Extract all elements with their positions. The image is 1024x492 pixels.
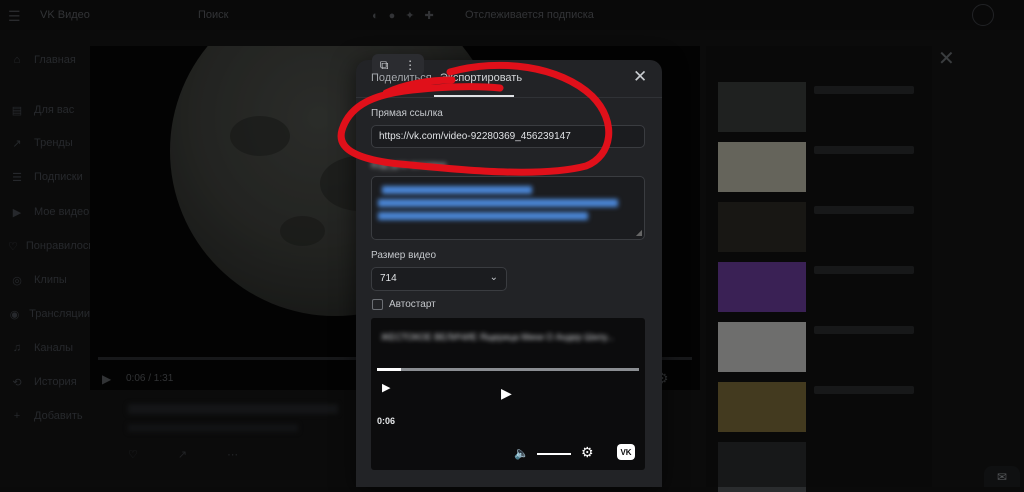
video-size-value: 714	[380, 273, 397, 284]
vk-logo-icon[interactable]: VK	[617, 444, 635, 460]
embed-code-field[interactable]: ◢	[371, 176, 645, 240]
resize-handle-icon[interactable]: ◢	[636, 228, 642, 237]
tab-export[interactable]: Экспортировать	[440, 72, 522, 84]
autostart-label[interactable]: Автостарт	[389, 299, 436, 310]
center-play-icon[interactable]: ▶	[501, 385, 512, 402]
chevron-down-icon: ⌄	[489, 272, 498, 283]
tab-share[interactable]: Поделиться	[371, 72, 432, 84]
preview-timeline[interactable]	[377, 368, 639, 371]
embed-code-selected-text	[378, 186, 638, 220]
preview-timeline-progress	[377, 368, 401, 371]
share-export-modal: ⧉ ⋮ Поделиться Экспортировать ✕ Прямая с…	[356, 54, 662, 487]
video-size-select[interactable]: 714 ⌄	[371, 267, 507, 291]
volume-slider[interactable]	[537, 453, 571, 455]
gear-icon[interactable]: ⚙	[581, 444, 594, 461]
volume-icon[interactable]: 🔈	[514, 446, 529, 460]
play-icon[interactable]: ▶	[382, 381, 390, 394]
direct-link-label: Прямая ссылка	[371, 108, 443, 119]
close-icon[interactable]: ✕	[633, 68, 647, 86]
embed-preview-player[interactable]: ЖЕСТОКОЕ ВЕЛИЧИЕ Ящерица Мини О Андер Ши…	[371, 318, 645, 470]
autostart-checkbox[interactable]	[372, 299, 383, 310]
direct-link-field[interactable]: https://vk.com/video-92280369_456239147	[371, 125, 645, 148]
preview-time: 0:06	[377, 416, 396, 426]
video-size-label: Размер видео	[371, 250, 437, 261]
more-vertical-icon[interactable]: ⋮	[404, 58, 416, 72]
preview-video-title: ЖЕСТОКОЕ ВЕЛИЧИЕ Ящерица Мини О Андер Ши…	[381, 332, 614, 342]
embed-code-label: Код для вставки	[371, 160, 447, 171]
open-external-icon[interactable]: ⧉	[380, 58, 389, 73]
tab-divider	[356, 97, 662, 98]
